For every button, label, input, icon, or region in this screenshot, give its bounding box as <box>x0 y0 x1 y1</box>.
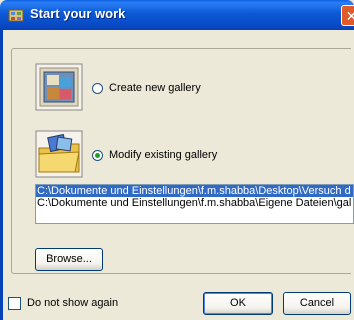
do-not-show-checkbox[interactable] <box>8 297 21 310</box>
open-folder-gallery-icon <box>35 130 83 178</box>
list-item[interactable]: C:\Dokumente und Einstellungen\f.m.shabb… <box>36 185 353 197</box>
modify-gallery-option[interactable]: Modify existing gallery <box>92 149 217 161</box>
close-icon: ✕ <box>345 8 354 24</box>
modify-gallery-label: Modify existing gallery <box>109 149 218 161</box>
recent-galleries-list[interactable]: C:\Dokumente und Einstellungen\f.m.shabb… <box>35 184 354 224</box>
new-gallery-icon <box>35 63 83 111</box>
create-gallery-option[interactable]: Create new gallery <box>92 82 201 94</box>
browse-button[interactable]: Browse... <box>35 248 103 271</box>
create-gallery-label: Create new gallery <box>109 82 201 94</box>
gallery-app-icon <box>8 9 24 22</box>
cancel-button[interactable]: Cancel <box>283 292 351 315</box>
do-not-show-label: Do not show again <box>27 297 119 309</box>
title-bar[interactable]: Start your work ✕ <box>0 0 354 30</box>
modify-gallery-radio[interactable] <box>92 149 103 161</box>
close-button[interactable]: ✕ <box>341 5 354 26</box>
window-title: Start your work <box>30 6 126 21</box>
create-gallery-radio[interactable] <box>92 82 103 94</box>
list-item[interactable]: C:\Dokumente und Einstellungen\f.m.shabb… <box>36 197 353 209</box>
ok-button[interactable]: OK <box>203 292 273 315</box>
